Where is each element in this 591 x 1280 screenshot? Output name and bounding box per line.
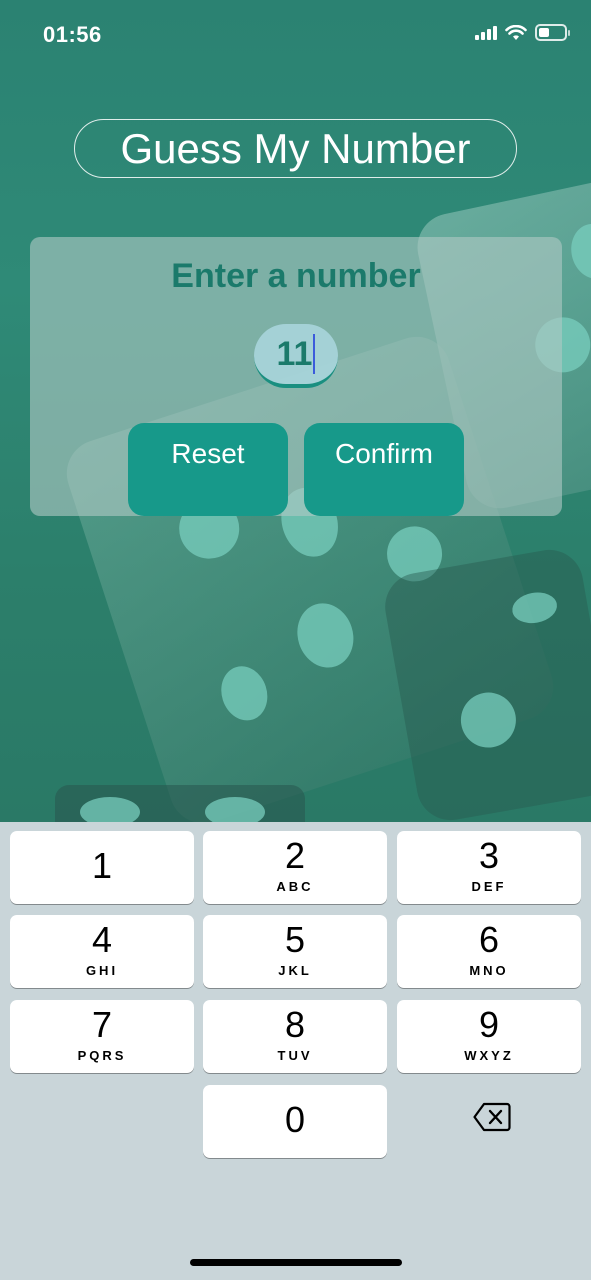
battery-level: [539, 28, 549, 37]
key-digit: 1: [91, 845, 113, 886]
key-letters: PQRS: [77, 1048, 127, 1063]
status-time: 01:56: [43, 22, 102, 47]
key-digit: 5: [284, 919, 306, 960]
page-title: Guess My Number: [120, 124, 471, 172]
key-2[interactable]: 2 ABC: [203, 831, 387, 904]
key-letters: TUV: [277, 1048, 313, 1063]
title-box: Guess My Number: [74, 119, 517, 178]
dice-pip: [80, 797, 140, 822]
key-9[interactable]: 9 WXYZ: [397, 1000, 581, 1073]
key-5[interactable]: 5 JKL: [203, 915, 387, 988]
status-icons: [475, 24, 570, 41]
key-6[interactable]: 6 MNO: [397, 915, 581, 988]
dice-pip: [289, 596, 362, 675]
key-letters: GHI: [85, 963, 119, 978]
key-digit: 8: [284, 1004, 306, 1045]
key-1[interactable]: 1: [10, 831, 194, 904]
cellular-signal-icon: [475, 25, 497, 40]
delete-key[interactable]: [455, 1080, 529, 1154]
dice-pip: [456, 688, 521, 752]
key-letters: ABC: [276, 879, 314, 894]
key-letters: JKL: [278, 963, 312, 978]
confirm-button-label: Confirm: [334, 438, 433, 469]
backspace-icon: [473, 1102, 511, 1132]
card-heading: Enter a number: [171, 257, 421, 295]
key-7[interactable]: 7 PQRS: [10, 1000, 194, 1073]
dice-image: [379, 544, 591, 822]
key-digit: 6: [478, 919, 500, 960]
key-0[interactable]: 0: [203, 1085, 387, 1158]
dice-pip: [566, 219, 591, 283]
dice-pip: [205, 797, 265, 822]
key-8[interactable]: 8 TUV: [203, 1000, 387, 1073]
key-3[interactable]: 3 DEF: [397, 831, 581, 904]
key-letters: MNO: [469, 963, 509, 978]
wifi-icon: [505, 24, 527, 40]
key-digit: 0: [284, 1099, 306, 1140]
home-indicator: [190, 1259, 402, 1266]
dice-pip: [214, 660, 275, 727]
dice-pip: [509, 589, 560, 627]
key-digit: 9: [478, 1004, 500, 1045]
confirm-button[interactable]: Confirm: [304, 423, 464, 516]
key-digit: 2: [284, 835, 306, 876]
key-digit: 7: [91, 1004, 113, 1045]
battery-icon: [535, 24, 570, 41]
key-digit: 3: [478, 835, 500, 876]
number-input-value: 11: [276, 334, 313, 373]
dice-image: [55, 785, 305, 822]
reset-button[interactable]: Reset: [128, 423, 288, 516]
text-caret: [313, 334, 316, 374]
key-4[interactable]: 4 GHI: [10, 915, 194, 988]
key-digit: 4: [91, 919, 113, 960]
key-letters: WXYZ: [464, 1048, 514, 1063]
number-input[interactable]: 11: [254, 324, 338, 388]
reset-button-label: Reset: [171, 438, 245, 469]
key-letters: DEF: [471, 879, 507, 894]
